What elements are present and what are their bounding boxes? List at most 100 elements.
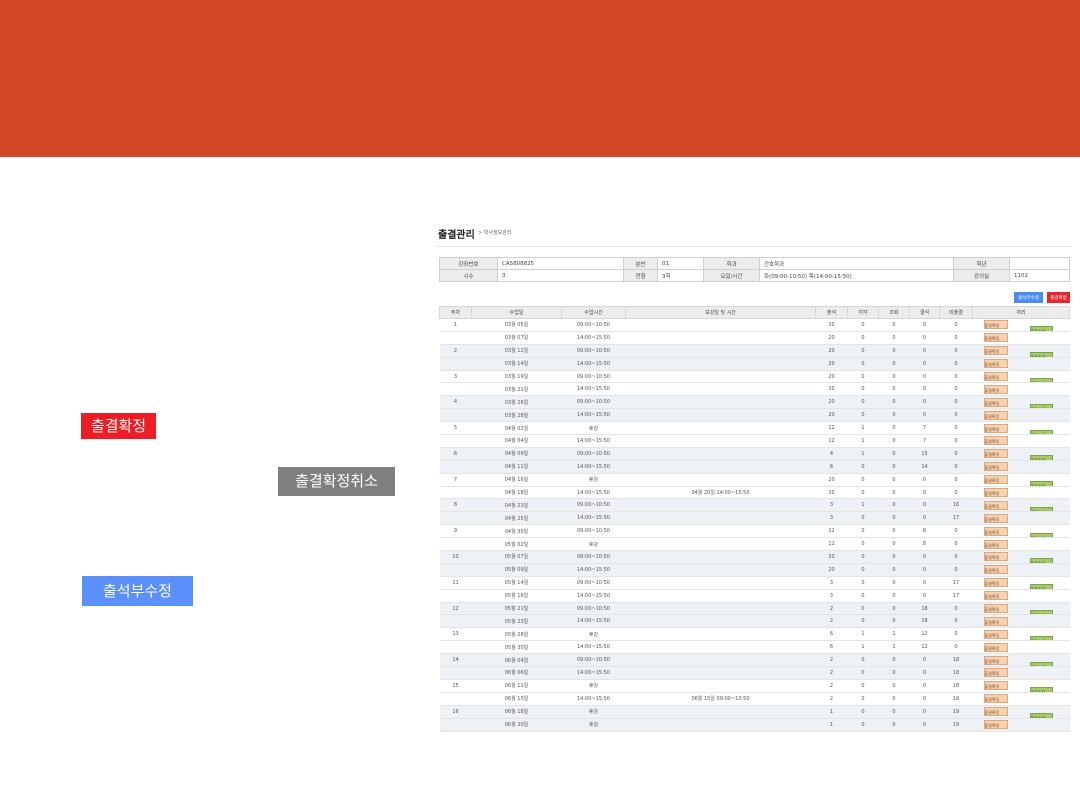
time-cell: 휴강 xyxy=(561,473,626,487)
row-edit-button[interactable]: 출결수정 xyxy=(1029,610,1053,614)
row-confirm-button[interactable]: 출결확정 xyxy=(983,591,1008,601)
row-confirm-button[interactable]: 출결확정 xyxy=(983,526,1008,536)
date-cell: 06월 04일 xyxy=(471,653,562,668)
row-confirm-button[interactable]: 출결확정 xyxy=(983,707,1008,717)
present-cell: 20 xyxy=(815,318,848,332)
present-cell: 6 xyxy=(815,640,848,655)
row-confirm-button[interactable]: 출결확정 xyxy=(983,333,1008,343)
row-confirm-button[interactable]: 출결확정 xyxy=(983,655,1008,665)
absent-cell: 0 xyxy=(909,563,940,577)
unchecked-cell: 18 xyxy=(939,653,973,668)
date-cell: 06월 11일 xyxy=(471,679,562,693)
row-edit-button[interactable]: 출결수정 xyxy=(1029,661,1053,666)
row-edit-button[interactable]: 출결수정 xyxy=(1029,403,1053,408)
unchecked-cell: 19 xyxy=(939,705,973,719)
row-edit-button[interactable]: 출결수정 xyxy=(1029,713,1053,718)
unchecked-cell: 0 xyxy=(939,408,973,423)
table-row: 05월 16일 14:00~15:50 3 0 0 0 17 출결확정 xyxy=(439,589,1070,603)
row-confirm-button[interactable]: 출결확정 xyxy=(983,397,1008,407)
confirm-attendance-button[interactable]: 출결확정 xyxy=(1047,292,1070,303)
row-confirm-button[interactable]: 출결확정 xyxy=(983,629,1008,639)
row-edit-button[interactable]: 출결수정 xyxy=(1029,429,1053,434)
early-leave-cell: 0 xyxy=(878,511,910,526)
early-leave-cell: 0 xyxy=(878,498,910,513)
col-present: 출석 xyxy=(815,306,848,319)
table-row: 03월 14일 14:00~15:50 20 0 0 0 0 출결확정 xyxy=(439,357,1070,371)
date-cell: 04월 11일 xyxy=(471,460,562,474)
row-edit-button[interactable]: 출결수정 xyxy=(1029,481,1053,486)
row-confirm-button[interactable]: 출결확정 xyxy=(983,513,1008,523)
row-edit-button[interactable]: 출결수정 xyxy=(1029,326,1053,331)
row-confirm-button[interactable]: 출결확정 xyxy=(983,578,1008,588)
row-confirm-button[interactable]: 출결확정 xyxy=(983,475,1008,485)
date-cell: 03월 21일 xyxy=(471,382,562,397)
date-cell: 04월 30일 xyxy=(471,524,562,539)
row-edit-button[interactable]: 출결수정 xyxy=(1029,558,1053,563)
present-cell: 6 xyxy=(815,460,848,474)
action-cell: 출결확정 xyxy=(972,460,1070,474)
absent-cell: 18 xyxy=(909,602,940,616)
row-edit-button[interactable]: 출결수정 xyxy=(1029,584,1053,589)
row-edit-button[interactable]: 출결수정 xyxy=(1029,352,1053,357)
makeup-cell xyxy=(625,627,816,642)
row-confirm-button[interactable]: 출결확정 xyxy=(983,539,1008,549)
col-week: 주차 xyxy=(439,306,472,319)
row-confirm-button[interactable]: 출결확정 xyxy=(983,320,1008,330)
row-confirm-button[interactable]: 출결확정 xyxy=(983,423,1008,433)
time-cell: 09:00~10:50 xyxy=(561,498,626,513)
early-leave-cell: 0 xyxy=(878,705,910,719)
early-leave-cell: 0 xyxy=(878,524,910,539)
row-confirm-button[interactable]: 출결확정 xyxy=(983,488,1008,498)
grade-value xyxy=(1009,257,1070,270)
late-cell: 1 xyxy=(847,627,879,642)
present-cell: 20 xyxy=(815,550,848,564)
row-edit-button[interactable]: 출결수정 xyxy=(1029,378,1053,382)
absent-cell: 0 xyxy=(909,666,940,680)
week-cell xyxy=(439,589,472,603)
row-confirm-button[interactable]: 출결확정 xyxy=(983,372,1008,381)
row-edit-button[interactable]: 출결수정 xyxy=(1029,532,1053,537)
row-confirm-button[interactable]: 출결확정 xyxy=(983,720,1008,730)
row-confirm-button[interactable]: 출결확정 xyxy=(983,694,1008,704)
row-confirm-button[interactable]: 출결확정 xyxy=(983,552,1008,562)
makeup-cell xyxy=(625,473,816,487)
row-confirm-button[interactable]: 출결확정 xyxy=(983,410,1008,420)
row-edit-button[interactable]: 출결수정 xyxy=(1029,687,1053,692)
row-confirm-button[interactable]: 출결확정 xyxy=(983,359,1008,369)
table-row: 04월 04일 14:00~15:50 12 1 0 7 0 출결확정 xyxy=(439,434,1070,448)
absent-cell: 0 xyxy=(909,498,940,513)
action-cell: 출결확정 xyxy=(972,666,1070,680)
makeup-cell xyxy=(625,344,816,358)
row-confirm-button[interactable]: 출결확정 xyxy=(983,462,1008,472)
row-edit-button[interactable]: 출결수정 xyxy=(1029,635,1053,640)
makeup-cell: 06월 15일 09:00~10:50 xyxy=(625,692,816,706)
makeup-cell xyxy=(625,421,816,436)
late-cell: 0 xyxy=(847,614,879,629)
row-confirm-button[interactable]: 출결확정 xyxy=(983,384,1008,394)
table-row: 03월 21일 14:00~15:50 20 0 0 0 0 출결확정 xyxy=(439,382,1070,397)
row-edit-button[interactable]: 출결수정 xyxy=(1029,455,1053,460)
row-confirm-button[interactable]: 출결확정 xyxy=(983,500,1008,510)
time-cell: 14:00~15:50 xyxy=(561,331,626,345)
absent-cell: 0 xyxy=(909,511,940,526)
unchecked-cell: 0 xyxy=(939,486,973,500)
row-confirm-button[interactable]: 출결확정 xyxy=(983,681,1008,691)
date-cell: 03월 07일 xyxy=(471,331,562,345)
row-confirm-button[interactable]: 출결확정 xyxy=(983,616,1008,626)
date-cell: 04월 18일 xyxy=(471,486,562,500)
row-confirm-button[interactable]: 출결확정 xyxy=(983,436,1008,446)
attendance-screenshot: 출결관리 > 학사정보관리 강좌번호 CA5808825 분반 01 학과 간호… xyxy=(436,220,1072,740)
row-confirm-button[interactable]: 출결확정 xyxy=(983,642,1008,652)
row-edit-button[interactable]: 출결수정 xyxy=(1029,506,1053,511)
row-confirm-button[interactable]: 출결확정 xyxy=(983,449,1008,459)
week-cell: 1 xyxy=(439,318,472,332)
row-confirm-button[interactable]: 출결확정 xyxy=(983,346,1008,356)
col-late: 지각 xyxy=(847,306,879,319)
edit-attendance-button[interactable]: 출석부수정 xyxy=(1014,292,1043,303)
row-confirm-button[interactable]: 출결확정 xyxy=(983,668,1008,678)
action-cell: 출결확정 xyxy=(972,382,1070,397)
row-confirm-button[interactable]: 출결확정 xyxy=(983,565,1008,575)
date-cell: 03월 28일 xyxy=(471,408,562,423)
early-leave-cell: 0 xyxy=(878,357,910,371)
row-confirm-button[interactable]: 출결확정 xyxy=(983,604,1008,614)
